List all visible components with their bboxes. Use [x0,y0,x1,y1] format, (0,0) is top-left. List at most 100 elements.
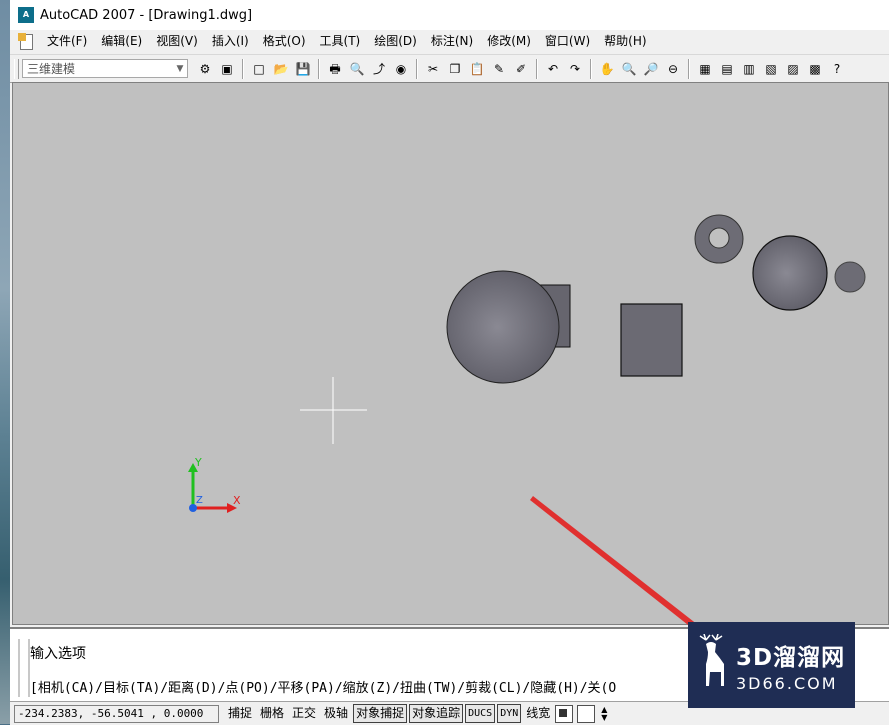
watermark-text-url: 3D66.COM [736,673,838,693]
document-icon[interactable] [18,33,34,50]
drawing-viewport[interactable]: Y X Z [12,82,889,625]
menu-dimension[interactable]: 标注(N) [424,30,480,52]
document-fold-icon [18,33,26,41]
model-space-inner [559,708,568,717]
desktop-background [0,0,10,724]
redo-glyph: ↷ [569,61,581,76]
sphere-large[interactable] [446,270,560,384]
coordinate-readout[interactable]: -234.2383, -56.5041 , 0.0000 [14,704,219,723]
cut-glyph: ✂ [427,61,439,76]
command-window-grip[interactable] [18,639,30,697]
tool-palettes-icon[interactable]: ▥ [740,60,758,78]
box-solid[interactable] [620,303,683,377]
pan-glyph: ✋ [599,61,615,76]
copy-icon[interactable]: ❐ [446,60,464,78]
block-editor-icon[interactable]: ✐ [512,60,530,78]
open-file-icon[interactable]: 📂 [272,60,290,78]
workspace-settings-icon[interactable]: ⚙ [196,60,214,78]
menu-window[interactable]: 窗口(W) [538,30,597,52]
workspace-select[interactable]: 三维建模 ▼ [22,59,188,78]
toolbar-separator [536,58,538,79]
sphere-small[interactable] [834,261,866,293]
status-toggle-2[interactable]: 正交 [289,704,319,723]
cut-icon[interactable]: ✂ [424,60,442,78]
workspace-save-icon[interactable]: ▣ [218,60,236,78]
markup-set-manager-glyph: ▨ [787,61,799,76]
markup-set-manager-icon[interactable]: ▨ [784,60,802,78]
help-icon[interactable]: ? [828,60,846,78]
3d-dwf-glyph: ◉ [395,61,407,76]
status-toggle-8[interactable]: 线宽 [523,704,553,723]
undo-icon[interactable]: ↶ [544,60,562,78]
zoom-previous-icon[interactable]: ⊖ [664,60,682,78]
drawing-canvas[interactable]: Y X Z [13,83,888,624]
workspace-value: 三维建模 [27,62,76,76]
publish-glyph: ⤴ [372,61,385,76]
sphere-medium[interactable] [752,235,828,311]
pan-icon[interactable]: ✋ [598,60,616,78]
menu-modify[interactable]: 修改(M) [480,30,538,52]
status-toggle-5[interactable]: 对象追踪 [409,704,464,723]
menu-edit[interactable]: 编辑(E) [94,30,149,52]
status-toggle-6[interactable]: DUCS [465,704,496,723]
ucs-icon: Y X Z [188,456,241,513]
toolbar-separator [416,58,418,79]
publish-icon[interactable]: ⤴ [370,60,388,78]
menu-bar: 文件(F) 编辑(E) 视图(V) 插入(I) 格式(O) 工具(T) 绘图(D… [10,30,889,52]
status-toggle-3[interactable]: 极轴 [321,704,351,723]
menu-file[interactable]: 文件(F) [40,30,94,52]
match-properties-glyph: ✎ [493,61,505,76]
crosshair-cursor [300,377,367,444]
status-toggle-0[interactable]: 捕捉 [225,704,255,723]
block-editor-glyph: ✐ [515,61,527,76]
status-toggle-4[interactable]: 对象捕捉 [353,704,408,723]
workspace-save-glyph: ▣ [221,61,233,76]
sheet-set-manager-icon[interactable]: ▧ [762,60,780,78]
zoom-previous-glyph: ⊖ [667,61,679,76]
command-options[interactable]: [相机(CA)/目标(TA)/距离(D)/点(PO)/平移(PA)/缩放(Z)/… [30,677,616,696]
design-center-icon[interactable]: ▤ [718,60,736,78]
model-space-icon[interactable] [555,704,574,723]
quickcalc-icon[interactable]: ▩ [806,60,824,78]
redo-icon[interactable]: ↷ [566,60,584,78]
menu-help[interactable]: 帮助(H) [597,30,653,52]
menu-insert[interactable]: 插入(I) [205,30,256,52]
status-toggle-7[interactable]: DYN [497,704,522,723]
menu-view[interactable]: 视图(V) [149,30,205,52]
chevron-down-icon[interactable]: ▼ [173,64,187,74]
watermark-logo: 3D溜溜网 3D66.COM [688,622,855,708]
autocad-window: A AutoCAD 2007 - [Drawing1.dwg] 文件(F) 编辑… [10,0,889,725]
toolbar-buttons: ⚙ ▣ □ 📂 💾 🖶 🔍 ⤴ ◉ ✂ ❐ 📋 ✎ ✐ ↶ ↷ ✋ 🔍 🔎 ⊖ ▦ ▤ ▥ ▧ ▨ ▩? [194,58,848,79]
new-file-glyph: □ [253,61,265,76]
watermark-text-main: 3D溜溜网 [736,644,846,671]
design-center-glyph: ▤ [721,61,733,76]
tool-palettes-glyph: ▥ [743,61,755,76]
copy-glyph: ❐ [449,61,461,76]
zoom-window-icon[interactable]: 🔎 [642,60,660,78]
open-file-glyph: 📂 [273,61,289,76]
annotation-scale-icon[interactable] [577,704,596,723]
properties-icon[interactable]: ▦ [696,60,714,78]
window-title: AutoCAD 2007 - [Drawing1.dwg] [40,7,253,23]
command-prompt: 输入选项 [30,646,86,662]
new-file-icon[interactable]: □ [250,60,268,78]
workspace-settings-glyph: ⚙ [199,61,211,76]
toolbar-grip[interactable] [14,58,19,79]
plot-preview-icon[interactable]: 🔍 [348,60,366,78]
match-properties-icon[interactable]: ✎ [490,60,508,78]
paste-icon[interactable]: 📋 [468,60,486,78]
zoom-realtime-icon[interactable]: 🔍 [620,60,638,78]
3d-dwf-icon[interactable]: ◉ [392,60,410,78]
properties-glyph: ▦ [699,61,711,76]
menu-tools[interactable]: 工具(T) [313,30,368,52]
menu-draw[interactable]: 绘图(D) [367,30,424,52]
save-icon[interactable]: 💾 [294,60,312,78]
toolbar-separator [318,58,320,79]
undo-glyph: ↶ [547,61,559,76]
status-menu-arrow-icon[interactable]: ▲ ▼ [599,705,609,722]
quickcalc-glyph: ▩ [809,61,821,76]
status-toggle-1[interactable]: 栅格 [257,704,287,723]
plot-icon[interactable]: 🖶 [326,60,344,78]
ucs-x-label: X [233,494,241,507]
menu-format[interactable]: 格式(O) [256,30,313,52]
